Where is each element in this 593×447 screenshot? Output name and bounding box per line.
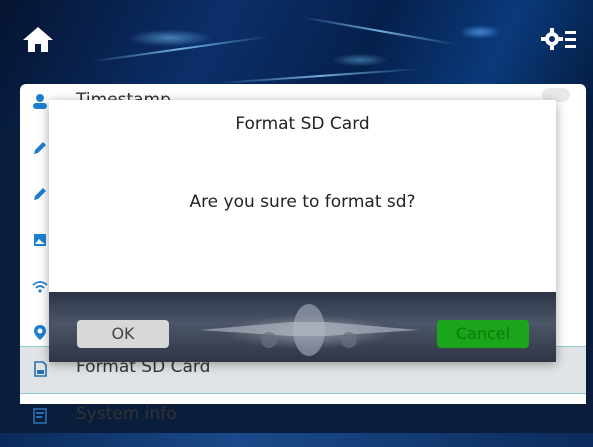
list-item-label: System info <box>76 404 177 424</box>
ok-button[interactable]: OK <box>77 320 169 348</box>
dialog-footer: OK Cancel <box>49 292 556 362</box>
background-streak <box>301 16 459 46</box>
background-streak <box>90 35 270 63</box>
settings-menu-button[interactable] <box>541 24 577 54</box>
airplane-image <box>199 304 419 356</box>
info-icon <box>33 408 47 424</box>
dialog-message: Are you sure to format sd? <box>189 192 416 212</box>
person-icon <box>33 94 47 109</box>
home-icon <box>23 27 53 52</box>
pencil-icon <box>34 142 46 154</box>
location-icon <box>34 325 46 340</box>
footer-bar <box>0 433 593 447</box>
wifi-icon <box>32 281 48 293</box>
home-button[interactable] <box>20 24 56 54</box>
gear-list-icon <box>541 28 576 50</box>
pencil-icon <box>34 188 46 200</box>
dialog-body: Format SD Card Are you sure to format sd… <box>49 100 556 292</box>
image-icon <box>34 234 46 246</box>
format-sd-dialog: Format SD Card Are you sure to format sd… <box>49 100 556 362</box>
cancel-button[interactable]: Cancel <box>437 320 529 348</box>
dialog-title: Format SD Card <box>235 114 370 134</box>
sd-card-icon <box>34 361 47 377</box>
